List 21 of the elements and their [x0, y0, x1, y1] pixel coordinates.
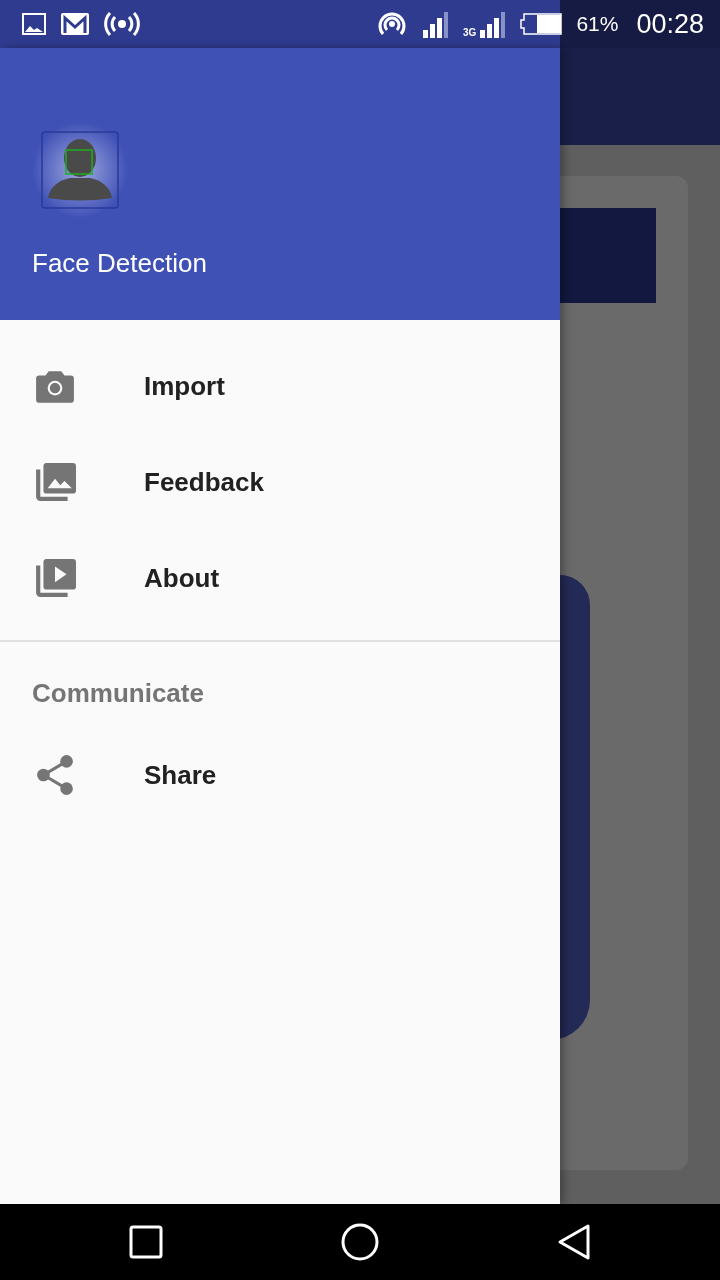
mail-icon [60, 12, 90, 36]
signal-icon [478, 10, 507, 38]
menu-item[interactable]: About [0, 530, 560, 626]
signal-icon [421, 10, 450, 38]
menu-item[interactable]: Feedback [0, 434, 560, 530]
clock: 00:28 [636, 8, 704, 40]
home-icon[interactable] [341, 1223, 379, 1261]
section-heading: Communicate [31, 677, 205, 710]
network-type: 3G [463, 27, 477, 38]
broadcast-icon [104, 10, 140, 38]
menu-item[interactable]: Share [0, 727, 560, 823]
app-title: Face Detection [32, 248, 208, 279]
video-icon [34, 557, 76, 599]
back-icon[interactable] [557, 1223, 591, 1261]
battery-percent: 61% [576, 12, 619, 36]
photos-icon [34, 461, 76, 503]
menu-item[interactable]: Import [0, 338, 560, 434]
share-icon [34, 754, 76, 796]
recents-icon[interactable] [129, 1225, 163, 1259]
battery-icon [520, 13, 563, 35]
image-icon [22, 13, 46, 35]
